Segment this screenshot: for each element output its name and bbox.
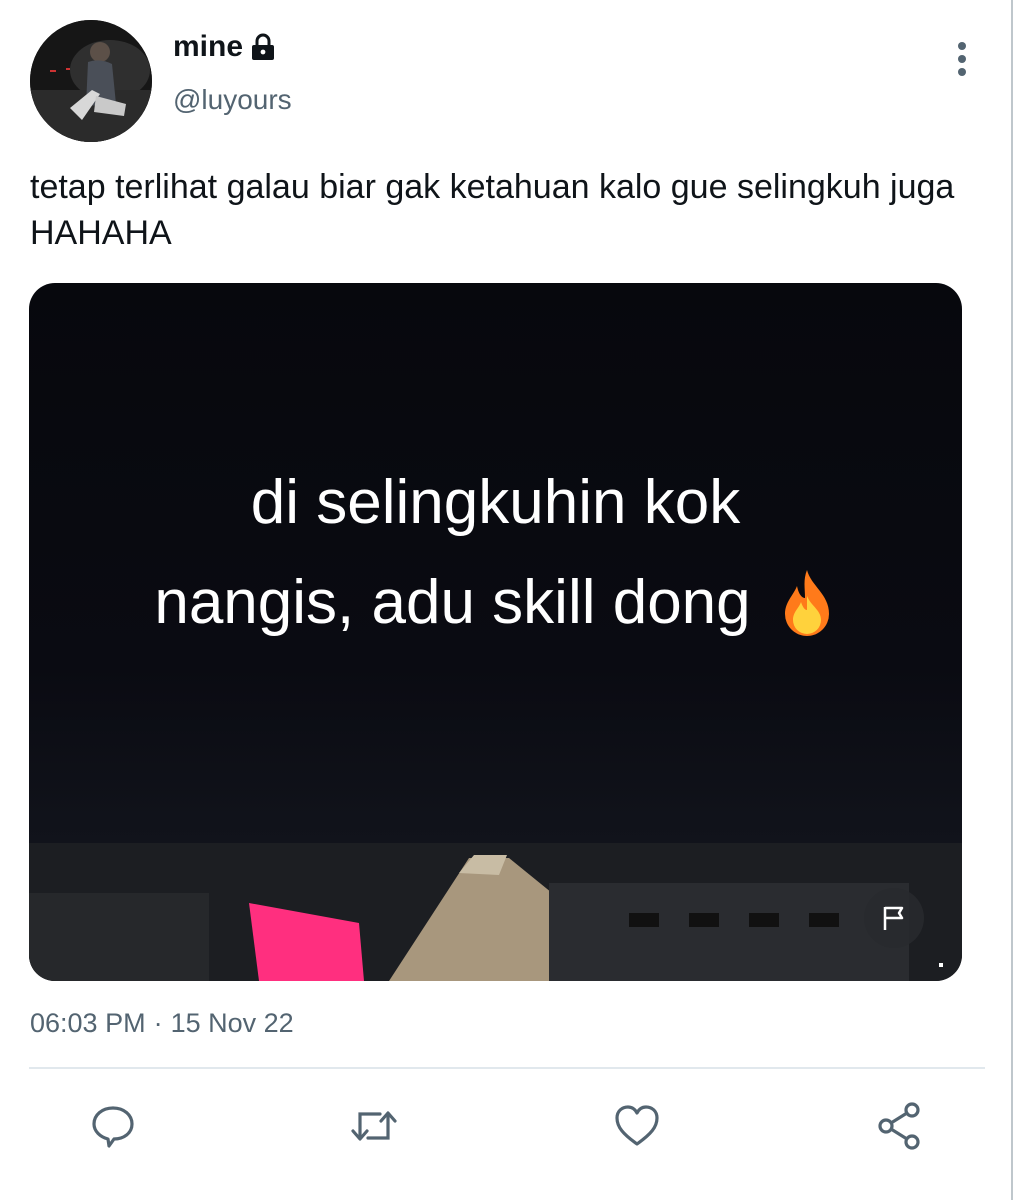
lock-icon xyxy=(249,32,277,62)
media-caption-line2: nangis, adu skill dong xyxy=(154,568,751,637)
share-icon[interactable] xyxy=(874,1100,926,1152)
tweet-media[interactable]: di selingkuhin kok nangis, adu skill don… xyxy=(29,283,962,981)
display-name[interactable]: mine xyxy=(173,30,277,64)
tweet-text: tetap terlihat galau biar gak ketahuan k… xyxy=(30,168,955,252)
avatar[interactable] xyxy=(30,20,152,142)
like-icon[interactable] xyxy=(611,1100,663,1152)
display-name-text: mine xyxy=(173,30,244,63)
divider xyxy=(29,1067,985,1069)
media-caption-line1: di selingkuhin kok xyxy=(250,468,741,537)
tweet-time: 06:03 PM xyxy=(30,1008,146,1038)
retweet-icon[interactable] xyxy=(348,1100,400,1152)
fire-icon xyxy=(777,568,837,638)
user-handle[interactable]: @luyours xyxy=(173,84,292,116)
media-caption-line2-wrap: nangis, adu skill dong xyxy=(154,553,836,653)
more-options-icon[interactable] xyxy=(944,40,980,80)
tweet-timestamp[interactable]: 06:03 PM · 15 Nov 22 xyxy=(30,1008,294,1039)
tweet-card: mine @luyours tetap terlihat galau biar … xyxy=(0,0,1013,1200)
flag-icon[interactable] xyxy=(864,888,924,948)
media-caption: di selingkuhin kok nangis, adu skill don… xyxy=(29,453,962,653)
reply-icon[interactable] xyxy=(87,1100,139,1152)
timestamp-separator: · xyxy=(153,1008,163,1038)
tweet-date: 15 Nov 22 xyxy=(170,1008,294,1038)
